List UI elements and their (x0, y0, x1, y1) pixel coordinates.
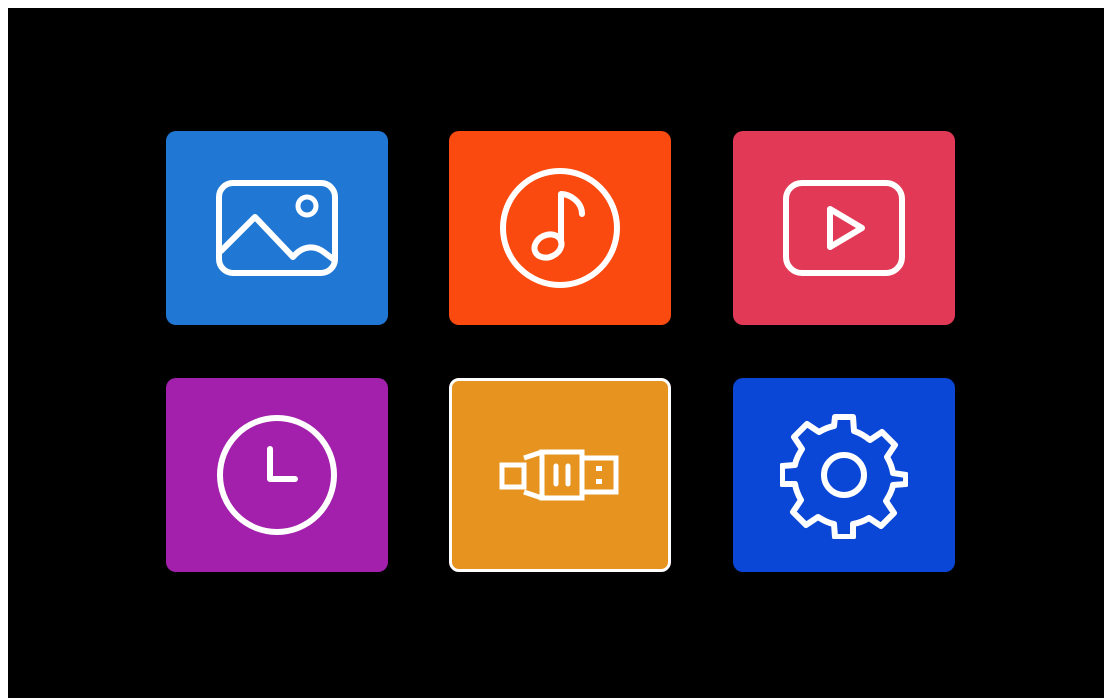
tile-usb[interactable] (449, 378, 671, 572)
tile-video[interactable] (733, 131, 955, 325)
gear-icon (780, 411, 908, 539)
tile-clock[interactable] (166, 378, 388, 572)
music-note-icon (498, 166, 622, 290)
tile-settings[interactable] (733, 378, 955, 572)
clock-icon (215, 413, 339, 537)
video-play-icon (782, 179, 906, 277)
picture-icon (215, 179, 339, 277)
usb-icon (498, 440, 622, 510)
tile-music[interactable] (449, 131, 671, 325)
media-menu-screen (8, 8, 1104, 698)
tile-photos[interactable] (166, 131, 388, 325)
